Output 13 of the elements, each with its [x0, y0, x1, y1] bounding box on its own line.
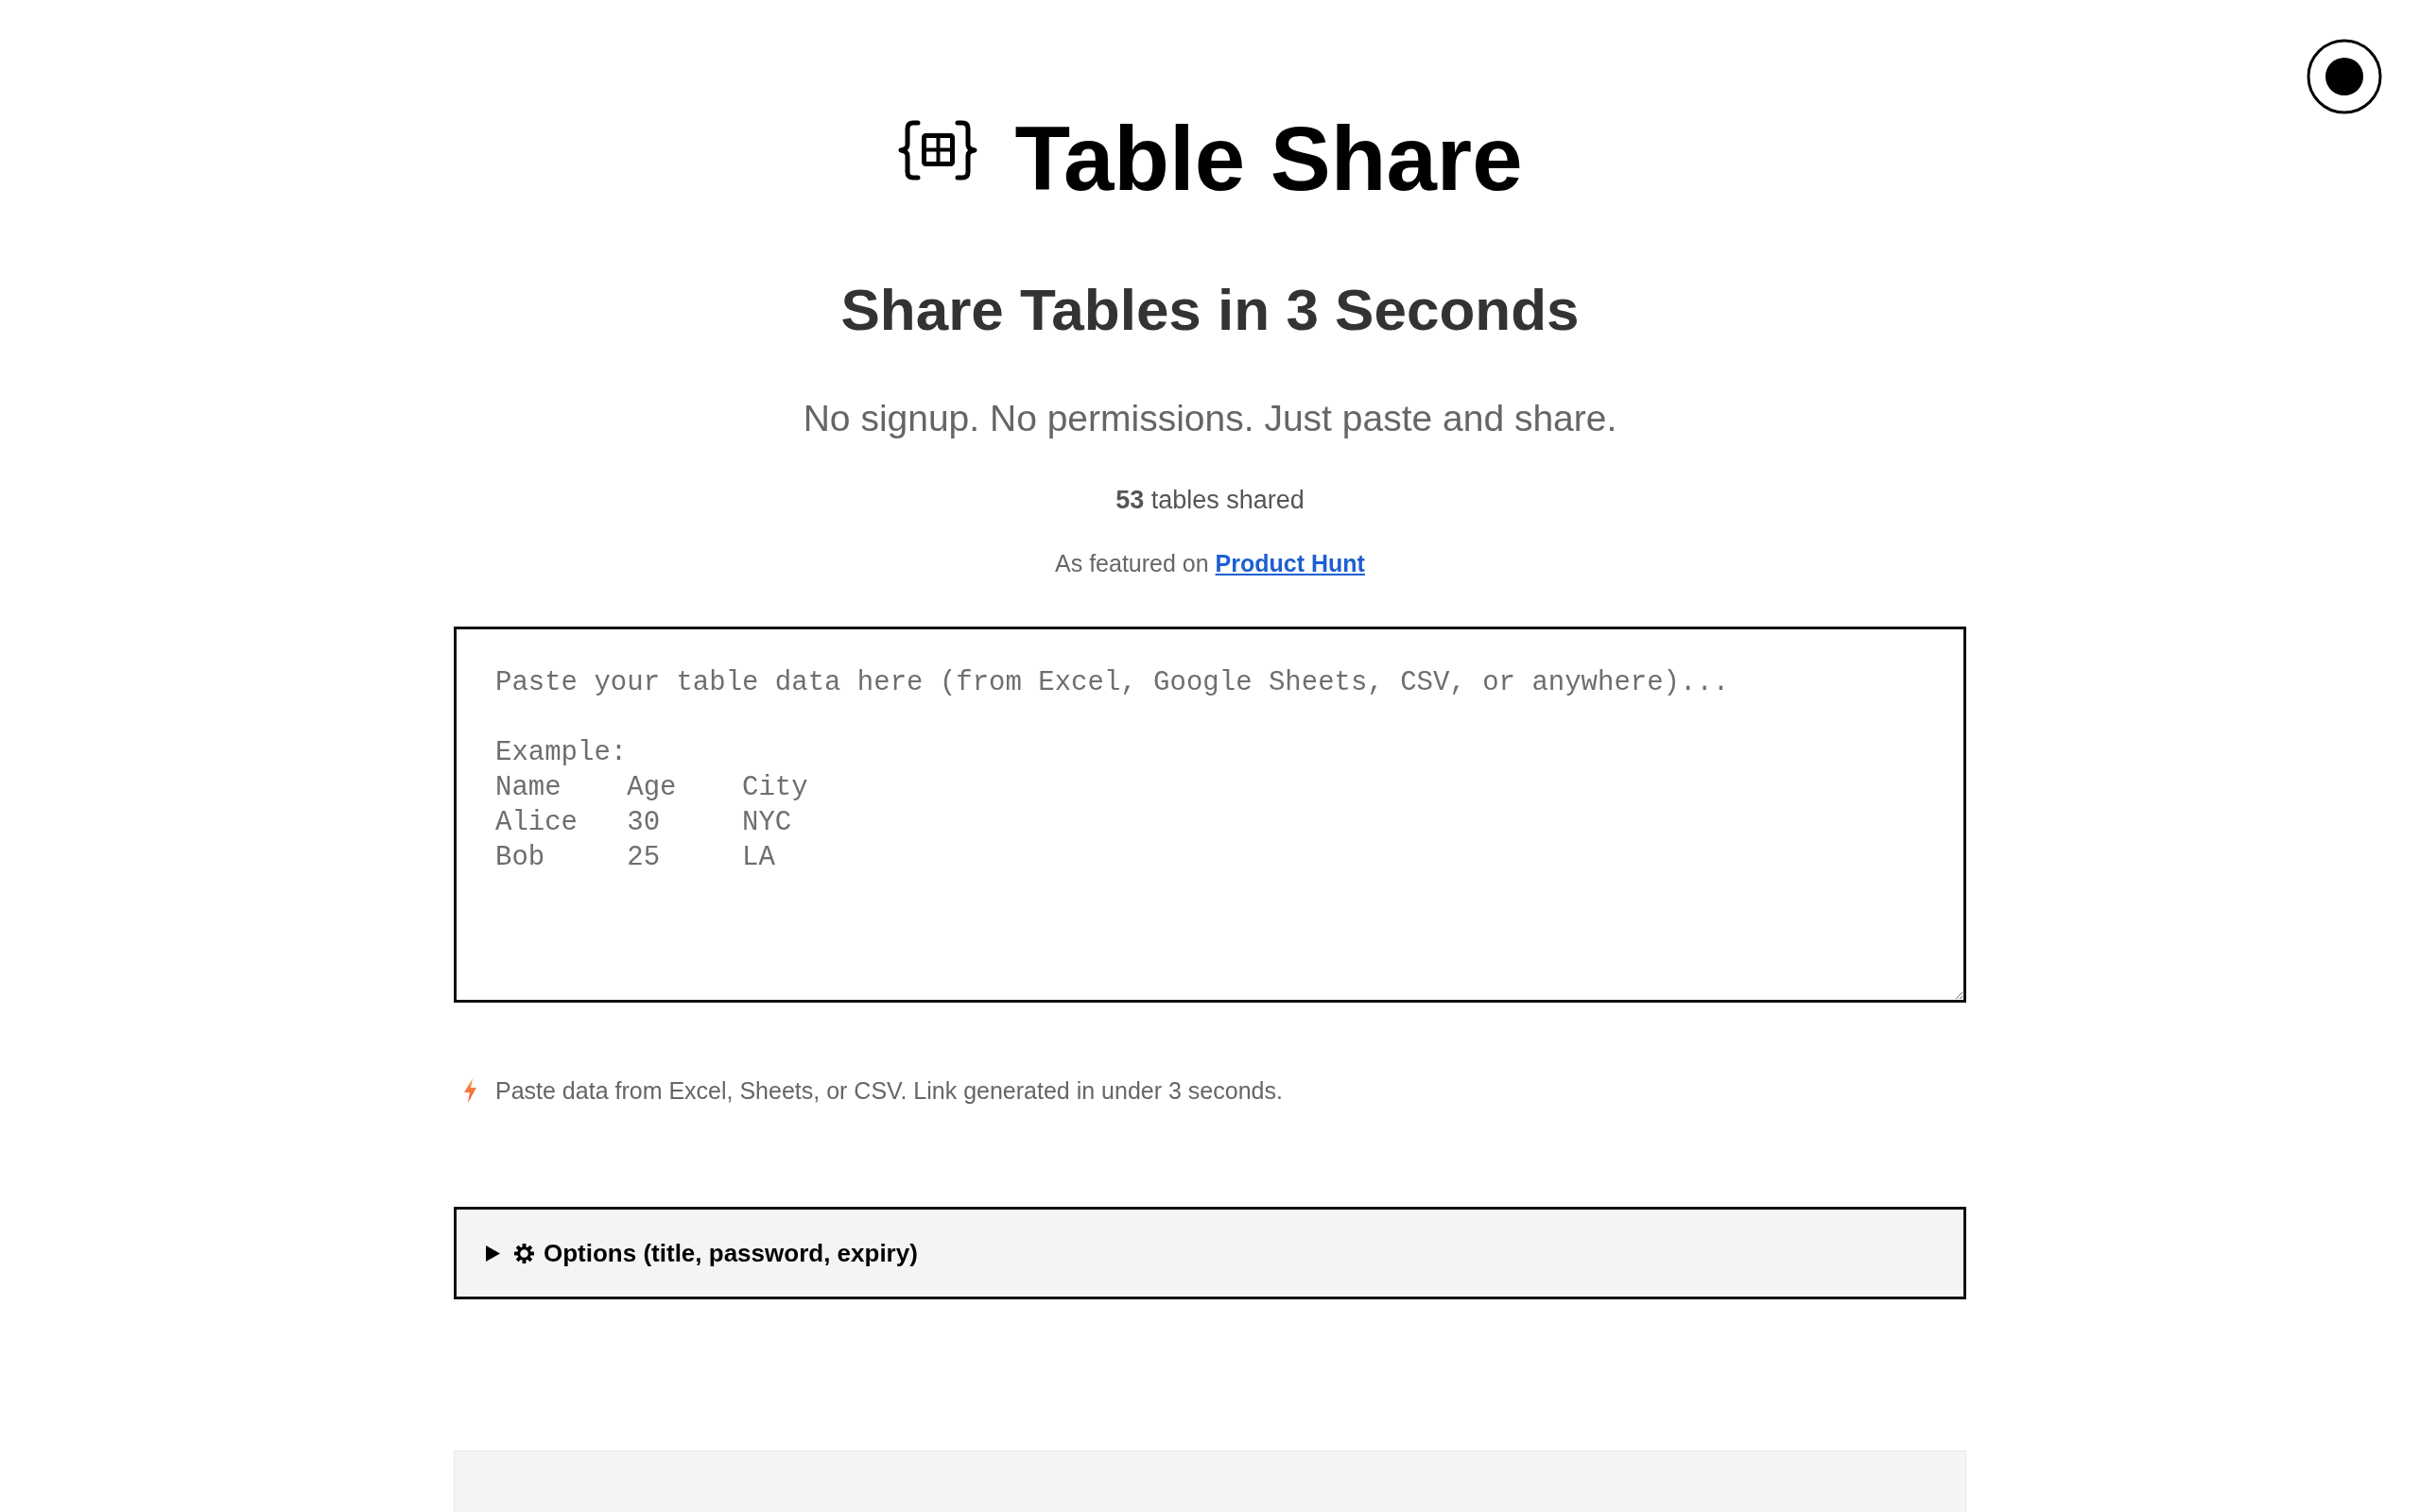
- featured-link[interactable]: Product Hunt: [1215, 550, 1365, 576]
- tables-shared-count: 53 tables shared: [1115, 485, 1305, 515]
- options-toggle[interactable]: Options (title, password, expiry): [454, 1207, 1966, 1299]
- record-icon[interactable]: [2307, 39, 2382, 114]
- app-title: Table Share: [1014, 107, 1523, 211]
- featured-note: As featured on Product Hunt: [1054, 549, 1366, 577]
- tagline: No signup. No permissions. Just paste and share.: [802, 397, 1618, 440]
- lightning-icon: [463, 1078, 477, 1103]
- headline: Share Tables in 3 Seconds: [839, 276, 1581, 344]
- table-logo-icon: [897, 120, 979, 180]
- hint-text: Paste data from Excel, Sheets, or CSV. Link generated in under 3 seconds.: [495, 1076, 1283, 1105]
- paste-input-field[interactable]: Paste your table data here (from Excel, Google Sheets, CSV, or anywhere)... Example: Name Age City Alice 30 NYC Bob 25 LA: [454, 627, 1966, 1003]
- gear-icon: [514, 1243, 534, 1263]
